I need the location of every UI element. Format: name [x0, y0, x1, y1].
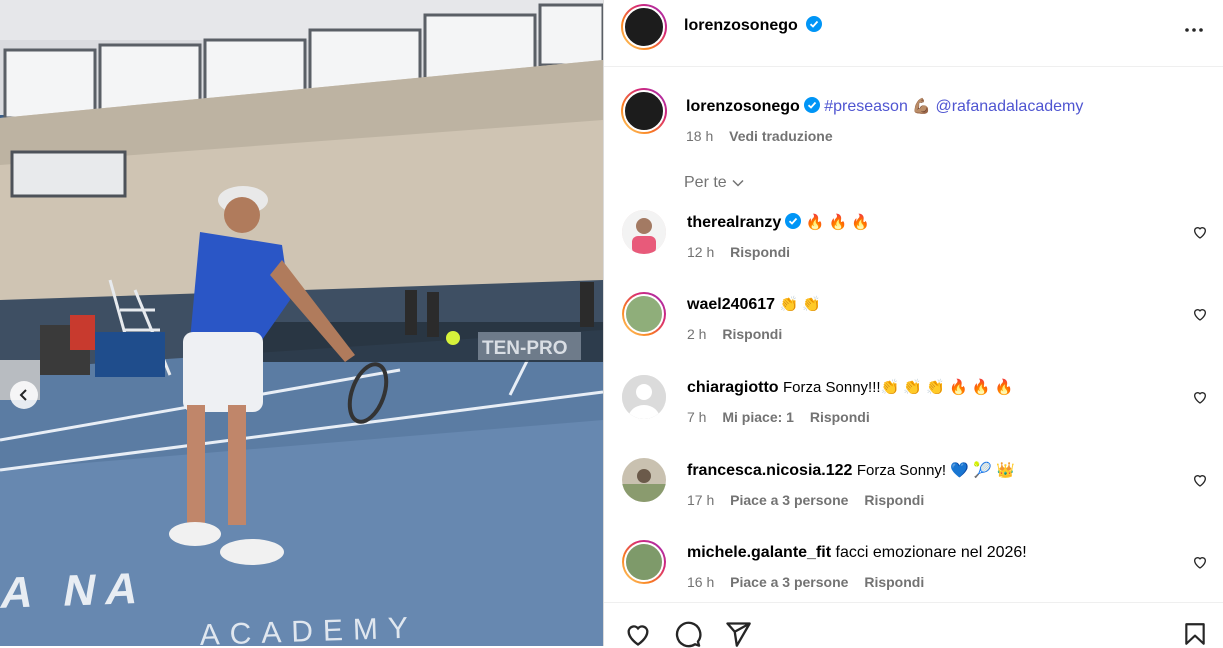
- comment-avatar[interactable]: [622, 375, 666, 419]
- caption-hashtag[interactable]: #preseason: [824, 98, 908, 115]
- comment-avatar[interactable]: [622, 292, 666, 336]
- post-time: 18 h: [686, 128, 714, 144]
- reply-button[interactable]: Rispondi: [864, 574, 924, 590]
- comment-meta: 12 h Rispondi: [687, 244, 790, 260]
- like-comment-heart-icon[interactable]: [1192, 472, 1208, 488]
- post-caption: lorenzosonego #preseason 💪🏽 @rafanadalac…: [686, 96, 1206, 118]
- comment-username[interactable]: wael240617: [687, 296, 775, 313]
- comment-avatar[interactable]: [622, 210, 666, 254]
- caption-author-avatar[interactable]: [621, 88, 667, 134]
- reply-button[interactable]: Rispondi: [864, 492, 924, 508]
- avatar-image: [622, 210, 666, 254]
- comment-likes[interactable]: Piace a 3 persone: [730, 574, 848, 590]
- comment-likes[interactable]: Piace a 3 persone: [730, 492, 848, 508]
- share-send-icon[interactable]: [724, 620, 752, 648]
- comment-body: wael240617 👏 👏: [687, 294, 1167, 316]
- like-heart-icon[interactable]: [623, 620, 653, 648]
- comment-time: 12 h: [687, 244, 715, 260]
- comment-item: chiaragiotto Forza Sonny!!!👏 👏 👏 🔥 🔥 🔥 7…: [604, 375, 1223, 457]
- comment-item: francesca.nicosia.122 Forza Sonny! 💙 🎾 👑…: [604, 458, 1223, 540]
- comment-text: 🔥 🔥 🔥: [805, 214, 871, 231]
- comment-text: 👏 👏: [779, 296, 822, 313]
- comment-body: francesca.nicosia.122 Forza Sonny! 💙 🎾 👑: [687, 460, 1167, 482]
- comment-text: facci emozionare nel 2026!: [835, 544, 1027, 561]
- caption-author-username[interactable]: lorenzosonego: [686, 98, 800, 115]
- comment-meta: 17 h Piace a 3 persone Rispondi: [687, 492, 924, 508]
- comment-text: Forza Sonny! 💙 🎾 👑: [856, 462, 1015, 479]
- reply-button[interactable]: Rispondi: [810, 409, 870, 425]
- caption-emoji: 💪🏽: [912, 98, 931, 115]
- court-sign: TEN-PRO: [482, 338, 568, 359]
- like-comment-heart-icon[interactable]: [1192, 306, 1208, 322]
- comment-username[interactable]: michele.galante_fit: [687, 544, 831, 561]
- comment-item: therealranzy 🔥 🔥 🔥 12 h Rispondi: [604, 210, 1223, 292]
- more-options-icon[interactable]: [1182, 18, 1206, 42]
- comment-body: michele.galante_fit facci emozionare nel…: [687, 542, 1167, 564]
- like-comment-heart-icon[interactable]: [1192, 389, 1208, 405]
- comment-text: Forza Sonny!!!👏 👏 👏 🔥 🔥 🔥: [783, 379, 1014, 396]
- post-actions-bar: [604, 602, 1223, 648]
- default-user-icon: [622, 375, 666, 419]
- chevron-left-icon: [19, 389, 27, 401]
- reply-button[interactable]: Rispondi: [722, 326, 782, 342]
- comment-meta: 7 h Mi piace: 1 Rispondi: [687, 409, 870, 425]
- caption-meta: 18 h Vedi traduzione: [686, 128, 833, 144]
- comment-item: wael240617 👏 👏 2 h Rispondi: [604, 292, 1223, 374]
- comment-body: therealranzy 🔥 🔥 🔥: [687, 212, 1167, 234]
- like-comment-heart-icon[interactable]: [1192, 554, 1208, 570]
- post-video-frame: TEN-PRO RAFA NA ACADEMY: [0, 0, 603, 646]
- author-name-row: lorenzosonego: [684, 16, 823, 35]
- avatar-image: [622, 458, 666, 502]
- author-avatar[interactable]: [621, 4, 667, 50]
- comment-time: 17 h: [687, 492, 715, 508]
- verified-badge-icon: [803, 97, 820, 113]
- caption-mention[interactable]: @rafanadalacademy: [935, 98, 1083, 115]
- like-comment-heart-icon[interactable]: [1192, 224, 1208, 240]
- save-bookmark-icon[interactable]: [1182, 620, 1208, 648]
- post-header: lorenzosonego: [604, 0, 1223, 67]
- comment-avatar[interactable]: [622, 540, 666, 584]
- comment-body: chiaragiotto Forza Sonny!!!👏 👏 👏 🔥 🔥 🔥: [687, 377, 1167, 399]
- comment-likes[interactable]: Mi piace: 1: [722, 409, 794, 425]
- author-username[interactable]: lorenzosonego: [684, 17, 798, 34]
- previous-button[interactable]: [10, 381, 38, 409]
- post-details-panel: lorenzosonego lorenzosonego #preseason 💪…: [603, 0, 1223, 648]
- comment-username[interactable]: chiaragiotto: [687, 379, 779, 396]
- comment-username[interactable]: therealranzy: [687, 214, 781, 231]
- verified-badge-icon: [806, 16, 823, 32]
- comment-time: 16 h: [687, 574, 715, 590]
- see-translation-link[interactable]: Vedi traduzione: [729, 128, 832, 144]
- reply-button[interactable]: Rispondi: [730, 244, 790, 260]
- comment-filter-dropdown[interactable]: Per te: [684, 174, 745, 192]
- comment-meta: 16 h Piace a 3 persone Rispondi: [687, 574, 924, 590]
- comment-time: 2 h: [687, 326, 707, 342]
- chevron-down-icon: [732, 179, 744, 187]
- comment-username[interactable]: francesca.nicosia.122: [687, 462, 852, 479]
- comment-filter-label: Per te: [684, 174, 727, 191]
- post-media[interactable]: TEN-PRO RAFA NA ACADEMY: [0, 0, 603, 646]
- comment-avatar[interactable]: [622, 458, 666, 502]
- comment-time: 7 h: [687, 409, 707, 425]
- comment-bubble-icon[interactable]: [674, 620, 702, 648]
- comment-meta: 2 h Rispondi: [687, 326, 782, 342]
- verified-badge-icon: [785, 213, 802, 229]
